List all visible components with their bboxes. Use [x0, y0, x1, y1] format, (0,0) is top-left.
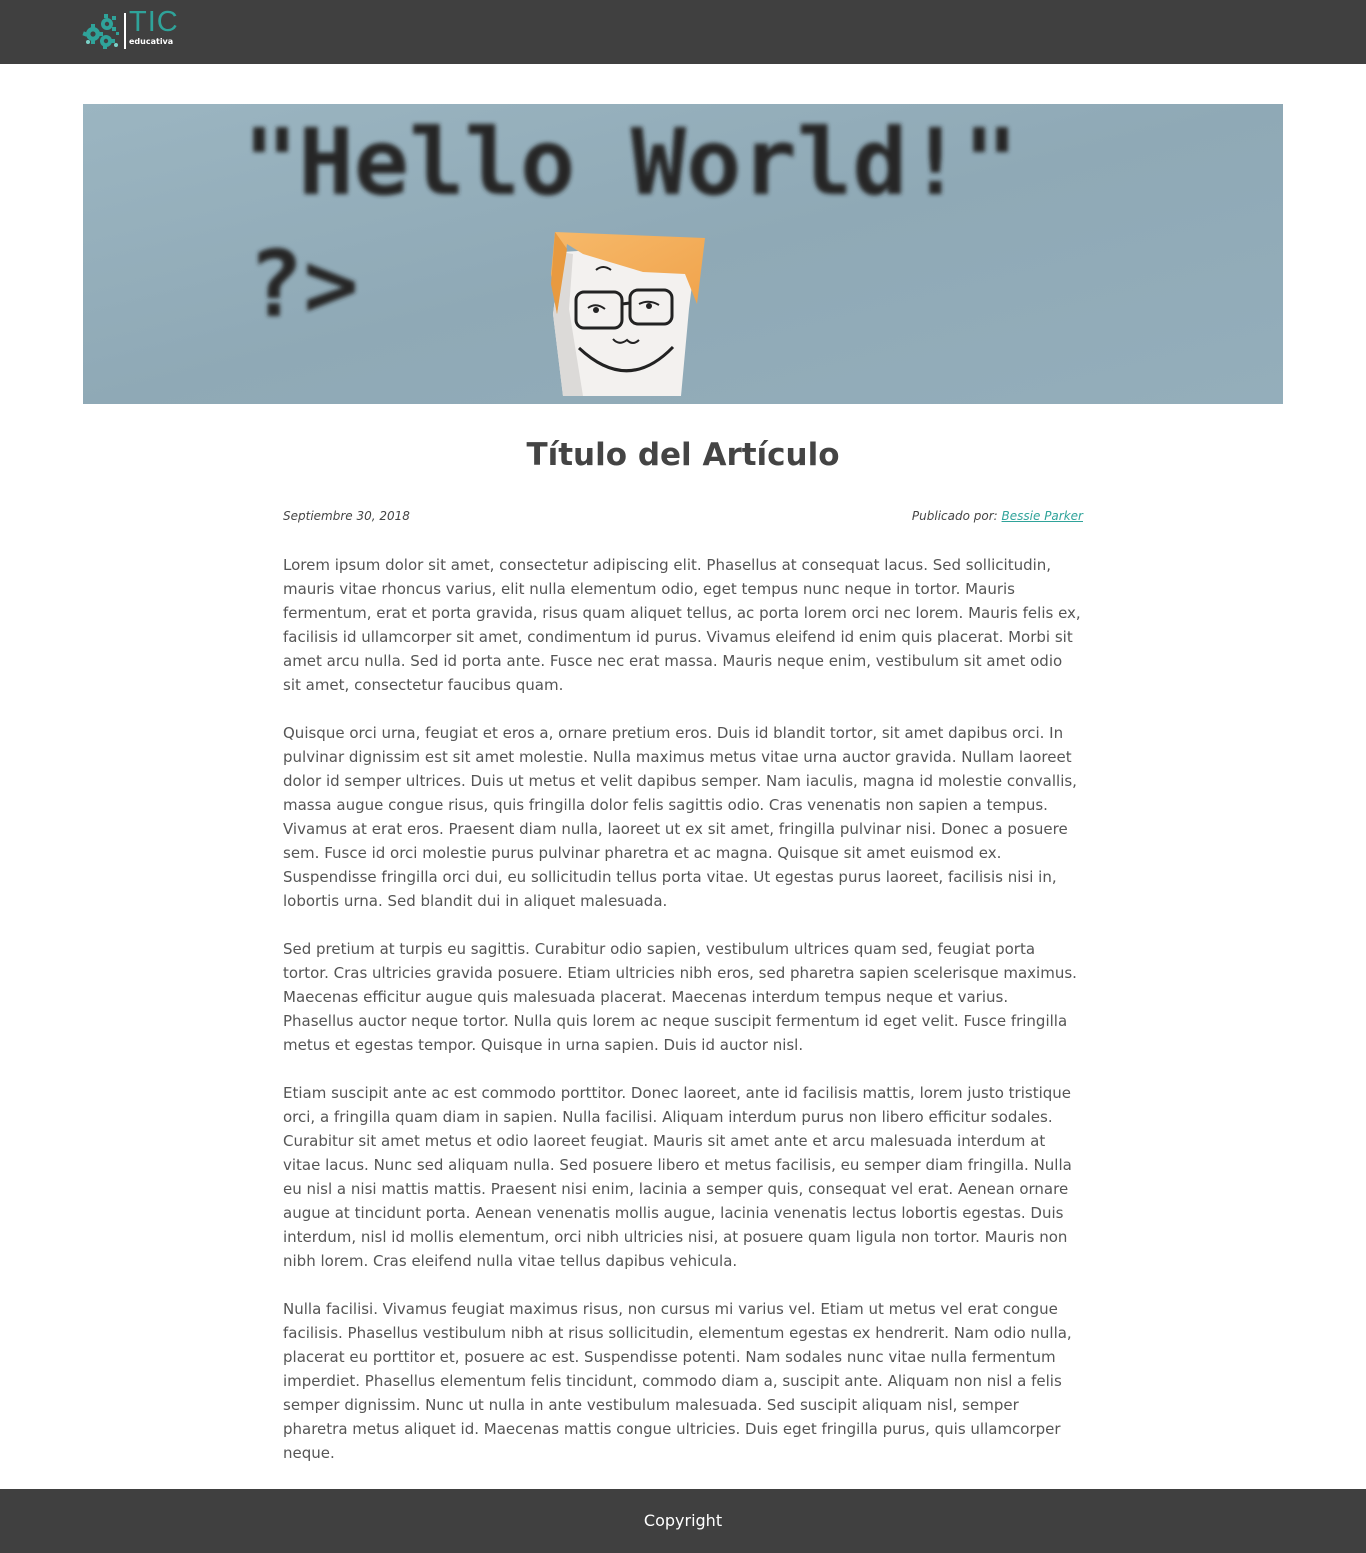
- copyright-text: Copyright: [643, 1511, 723, 1530]
- article-paragraph-2: Quisque orci urna, feugiat et eros a, or…: [283, 724, 1077, 910]
- hero-code-text: "Hello World!": [243, 109, 1018, 216]
- origami-character: [551, 232, 705, 396]
- hero-code-suffix: ?>: [248, 231, 359, 338]
- published-by-label: Publicado por:: [911, 509, 998, 523]
- article-paragraph-1: Lorem ipsum dolor sit amet, consectetur …: [283, 556, 1081, 694]
- article-author-line: Publicado por: Bessie Parker: [912, 507, 1083, 525]
- hero-image: "Hello World!" ?>: [83, 104, 1283, 404]
- logo-tagline-text: educativa: [129, 37, 174, 46]
- article-meta: Septiembre 30, 2018 Publicado por: Bessi…: [283, 507, 1083, 525]
- article-paragraph-3: Sed pretium at turpis eu sagittis. Curab…: [283, 940, 1077, 1054]
- author-link[interactable]: Bessie Parker: [1002, 509, 1083, 523]
- logo-divider: [124, 13, 126, 49]
- site-logo[interactable]: TIC educativa: [82, 7, 178, 52]
- logo-brand-text: TIC: [129, 6, 179, 38]
- article-paragraph-4: Etiam suscipit ante ac est commodo portt…: [283, 1084, 1072, 1270]
- site-footer: Copyright: [0, 1489, 1366, 1553]
- article-date: Septiembre 30, 2018: [283, 509, 410, 523]
- article-body: Lorem ipsum dolor sit amet, consectetur …: [283, 553, 1083, 1489]
- top-navbar: TIC educativa: [0, 0, 1366, 64]
- hello-world-origami-illustration: "Hello World!" ?>: [83, 104, 1283, 404]
- article-paragraph-5: Nulla facilisi. Vivamus feugiat maximus …: [283, 1300, 1072, 1462]
- article-title: Título del Artículo: [526, 437, 840, 473]
- gears-logo-icon: [82, 14, 119, 49]
